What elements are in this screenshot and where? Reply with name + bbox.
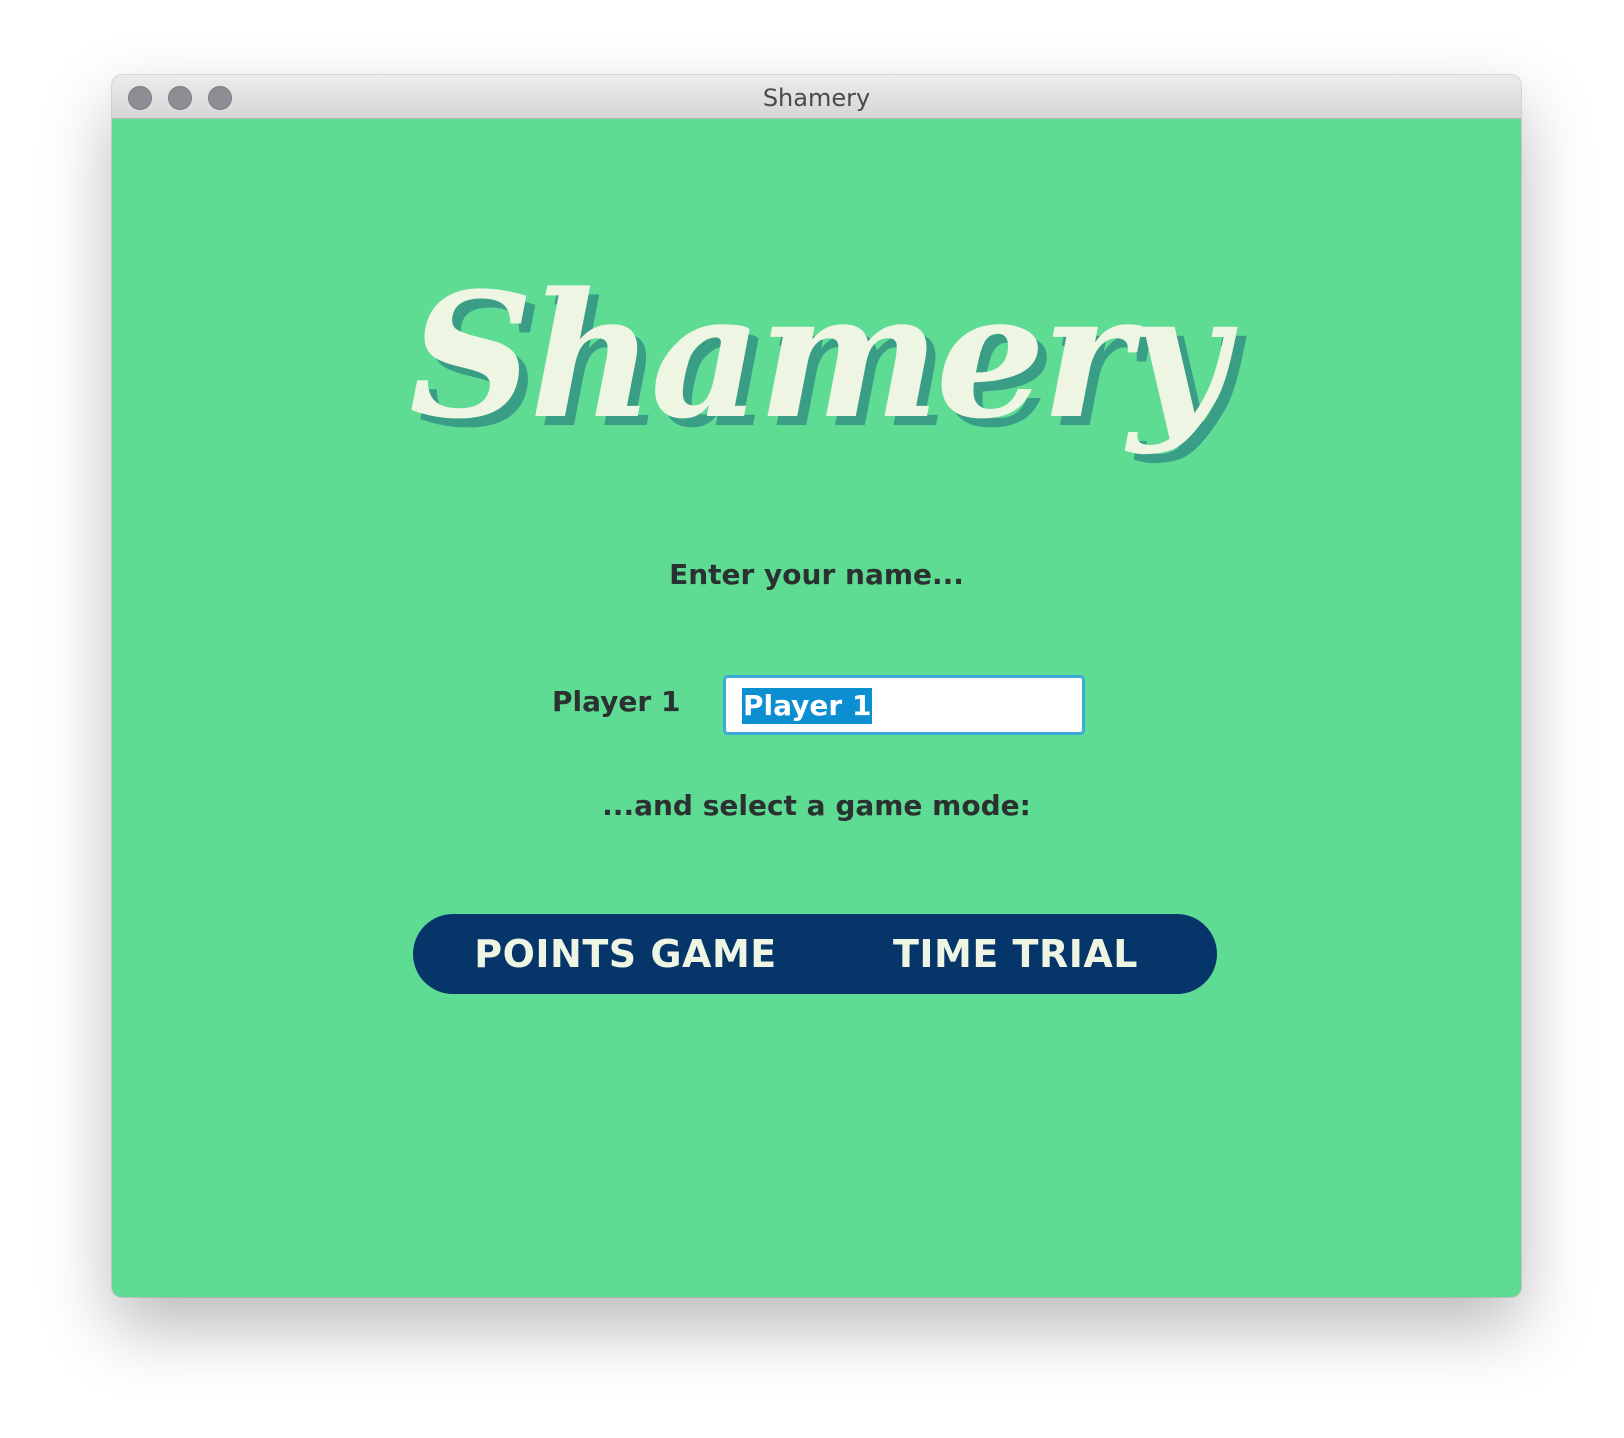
app-window: Shamery Shamery Enter your name... Playe… xyxy=(112,75,1521,1297)
player-label: Player 1 xyxy=(552,685,681,718)
time-trial-button[interactable]: TIME TRIAL xyxy=(843,914,1188,994)
game-mode-selector: POINTS GAME TIME TRIAL xyxy=(413,914,1217,994)
player-row: Player 1 Player 1 xyxy=(112,675,1521,735)
app-logo: Shamery xyxy=(409,254,1228,457)
main-content: Shamery Enter your name... Player 1 Play… xyxy=(112,119,1521,1297)
title-bar[interactable]: Shamery xyxy=(112,75,1521,119)
mode-prompt: ...and select a game mode: xyxy=(602,789,1031,822)
name-prompt: Enter your name... xyxy=(669,558,964,591)
window-title: Shamery xyxy=(762,84,871,112)
points-game-button[interactable]: POINTS GAME xyxy=(453,914,798,994)
player-name-value: Player 1 xyxy=(742,688,873,724)
player-name-input[interactable]: Player 1 xyxy=(723,675,1085,735)
